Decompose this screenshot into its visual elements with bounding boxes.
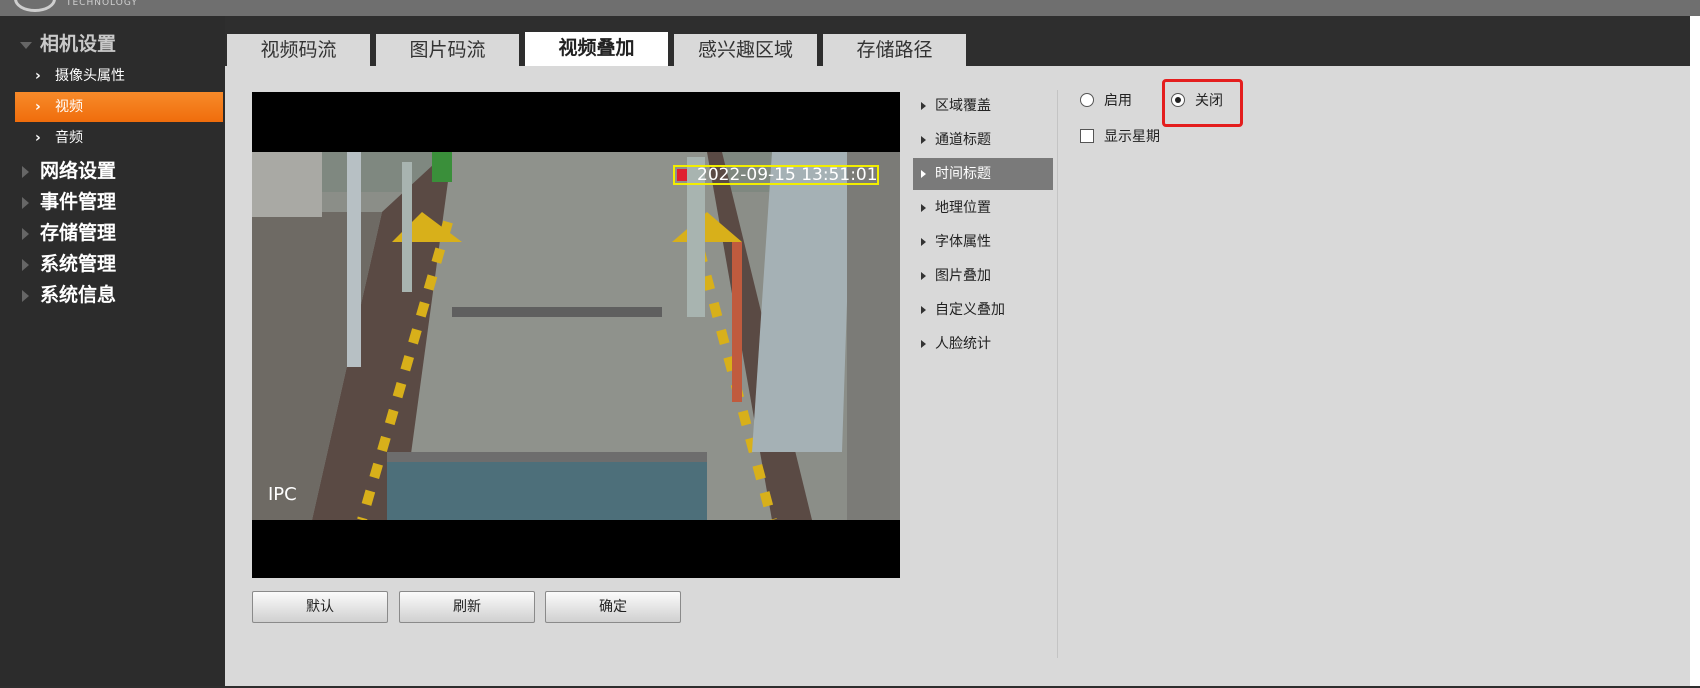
triangle-right-icon: [22, 197, 29, 209]
content-panel: 2022-09-15 13:51:01 IPC 默认 刷新 确定 区域覆盖 通道…: [225, 66, 1690, 686]
sidebar-item-audio[interactable]: › 音频: [15, 123, 223, 153]
submenu-item-picture-overlay[interactable]: 图片叠加: [913, 260, 1053, 292]
submenu-item-label: 字体属性: [935, 234, 991, 250]
panel-divider: [1057, 90, 1058, 658]
window-edge: [1690, 16, 1700, 688]
sidebar-item-label: 摄像头属性: [55, 68, 125, 84]
triangle-right-icon: [921, 306, 926, 314]
triangle-right-icon: [22, 290, 29, 302]
submenu-item-custom-overlay[interactable]: 自定义叠加: [913, 294, 1053, 326]
sidebar-item-label: 视频: [55, 99, 83, 115]
triangle-right-icon: [921, 340, 926, 348]
triangle-right-icon: [921, 102, 926, 110]
tab-video-stream[interactable]: 视频码流: [227, 34, 370, 66]
nav-group-label: 事件管理: [40, 191, 117, 213]
highlight-box: [1162, 79, 1243, 127]
triangle-down-icon: [20, 42, 32, 49]
submenu-item-geo-location[interactable]: 地理位置: [913, 192, 1053, 224]
tab-video-overlay[interactable]: 视频叠加: [525, 32, 668, 66]
nav-group-label: 系统信息: [40, 284, 117, 306]
sidebar: 相机设置 › 摄像头属性 › 视频 › 音频 网络设置 事件管理 存储管理 系统…: [0, 16, 225, 688]
nav-group-label: 存储管理: [40, 222, 117, 244]
submenu-item-label: 时间标题: [935, 166, 991, 182]
submenu-item-label: 区域覆盖: [935, 98, 991, 114]
submenu-item-label: 地理位置: [935, 200, 991, 216]
video-preview: 2022-09-15 13:51:01 IPC: [252, 92, 900, 578]
chevron-right-icon: ›: [35, 68, 41, 84]
default-button[interactable]: 默认: [252, 591, 388, 623]
submenu-item-time-title[interactable]: 时间标题: [913, 158, 1053, 190]
triangle-right-icon: [22, 228, 29, 240]
submenu-item-label: 自定义叠加: [935, 302, 1005, 318]
enable-radio[interactable]: [1080, 93, 1094, 107]
submenu-item-privacy-mask[interactable]: 区域覆盖: [913, 90, 1053, 122]
nav-group-label: 系统管理: [40, 253, 117, 275]
nav-group-camera-settings[interactable]: 相机设置: [0, 29, 225, 59]
submenu-item-face-statistics[interactable]: 人脸统计: [913, 328, 1053, 360]
nav-group-network-settings[interactable]: 网络设置: [0, 156, 225, 186]
sidebar-item-camera-attributes[interactable]: › 摄像头属性: [15, 61, 223, 91]
submenu-item-channel-title[interactable]: 通道标题: [913, 124, 1053, 156]
enable-radio-label: 启用: [1104, 93, 1132, 109]
nav-group-system-info[interactable]: 系统信息: [0, 280, 225, 310]
submenu-item-label: 图片叠加: [935, 268, 991, 284]
triangle-right-icon: [921, 204, 926, 212]
logo-text: TECHNOLOGY: [66, 0, 138, 8]
nav-group-label: 网络设置: [40, 160, 117, 182]
triangle-right-icon: [22, 166, 29, 178]
osd-handle-icon: [677, 169, 687, 181]
submenu-item-label: 人脸统计: [935, 336, 991, 352]
triangle-right-icon: [22, 259, 29, 271]
tab-storage-path[interactable]: 存储路径: [823, 34, 966, 66]
osd-timestamp: 2022-09-15 13:51:01: [697, 165, 878, 185]
chevron-right-icon: ›: [35, 130, 41, 146]
timestamp-osd-box[interactable]: 2022-09-15 13:51:01: [673, 165, 879, 185]
sidebar-item-label: 音频: [55, 130, 83, 146]
confirm-button[interactable]: 确定: [545, 591, 681, 623]
nav-group-label: 相机设置: [40, 33, 117, 55]
refresh-button[interactable]: 刷新: [399, 591, 535, 623]
nav-group-event-management[interactable]: 事件管理: [0, 187, 225, 217]
sidebar-item-video[interactable]: › 视频: [15, 92, 223, 122]
nav-group-system-management[interactable]: 系统管理: [0, 249, 225, 279]
triangle-right-icon: [921, 238, 926, 246]
logo-icon: [14, 0, 56, 12]
chevron-right-icon: ›: [35, 99, 41, 115]
app-frame: TECHNOLOGY 相机设置 › 摄像头属性 › 视频 › 音频 网络设置 事…: [0, 0, 1700, 688]
tab-picture-stream[interactable]: 图片码流: [376, 34, 519, 66]
triangle-right-icon: [921, 170, 926, 178]
tab-bar: 视频码流 图片码流 视频叠加 感兴趣区域 存储路径: [225, 16, 1690, 66]
triangle-right-icon: [921, 272, 926, 280]
show-week-checkbox[interactable]: [1080, 129, 1094, 143]
channel-label: IPC: [268, 484, 297, 505]
triangle-right-icon: [921, 136, 926, 144]
tab-roi[interactable]: 感兴趣区域: [674, 34, 817, 66]
show-week-label: 显示星期: [1104, 129, 1160, 145]
submenu-item-label: 通道标题: [935, 132, 991, 148]
submenu-item-font-properties[interactable]: 字体属性: [913, 226, 1053, 258]
nav-group-storage-management[interactable]: 存储管理: [0, 218, 225, 248]
camera-scene-image: [252, 152, 900, 520]
header-bar: TECHNOLOGY: [0, 0, 1700, 16]
